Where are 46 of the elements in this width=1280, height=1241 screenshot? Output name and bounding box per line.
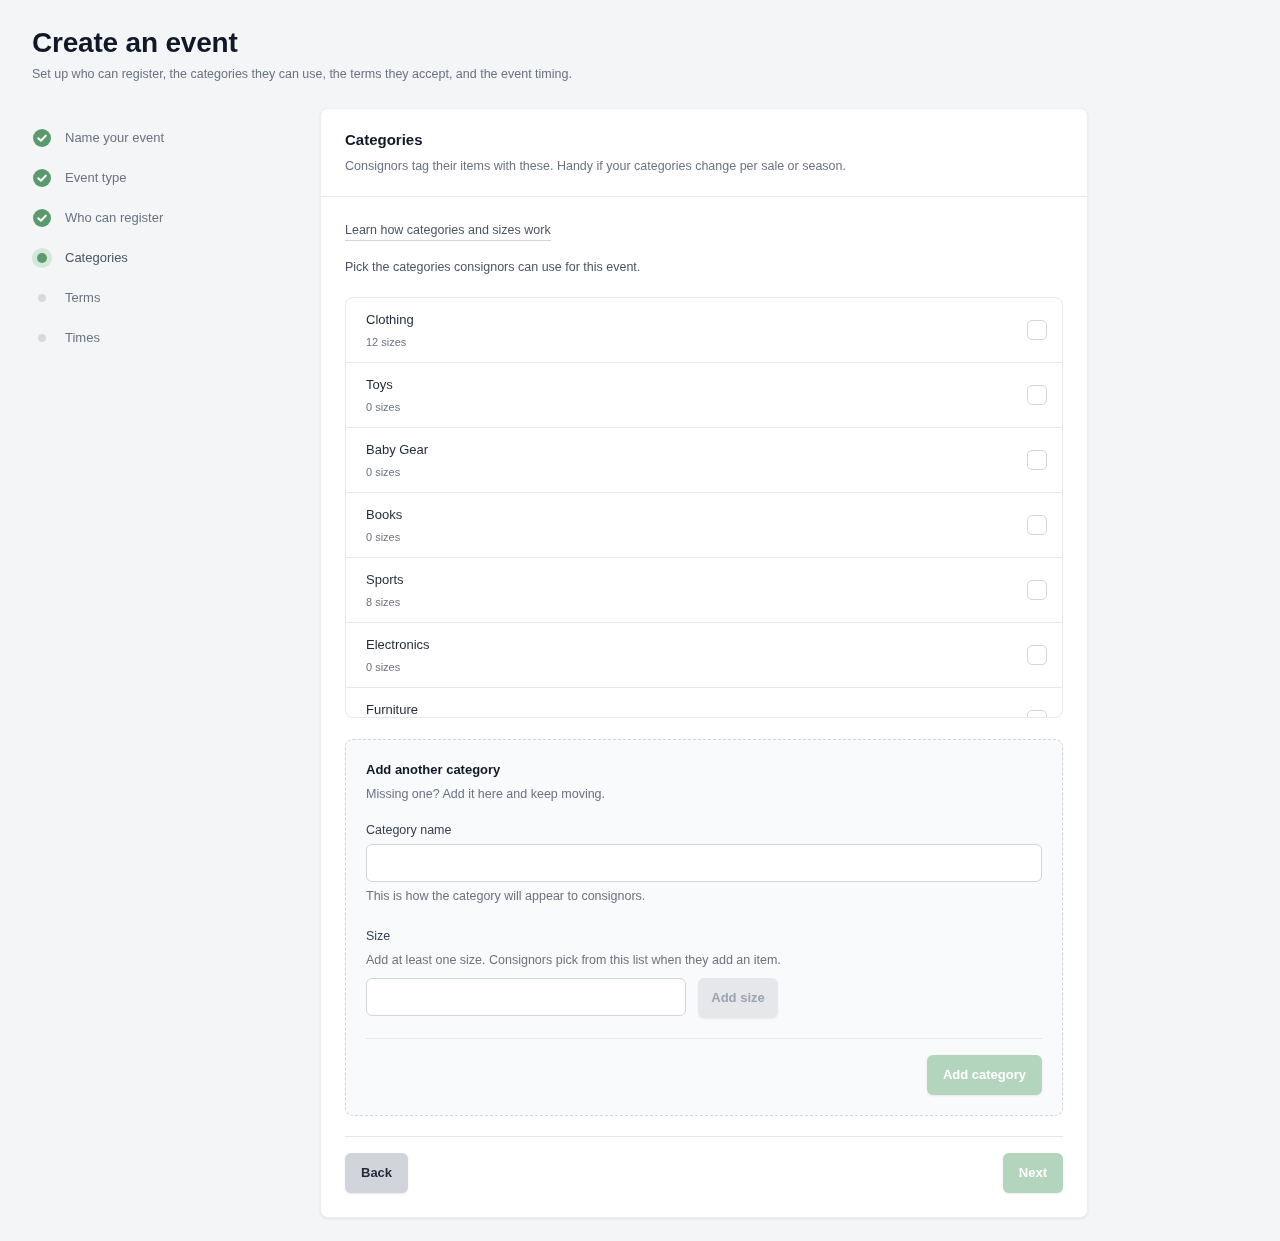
page-subtitle: Set up who can register, the categories they can use, the terms they accept, and the event timing. bbox=[32, 66, 572, 83]
category-row[interactable]: Baby Gear 0 sizes bbox=[346, 428, 1062, 493]
size-input[interactable] bbox=[366, 978, 686, 1016]
add-category-description: Missing one? Add it here and keep moving. bbox=[366, 786, 606, 803]
back-button[interactable]: Back bbox=[345, 1153, 409, 1193]
category-row[interactable]: Toys 0 sizes bbox=[346, 363, 1062, 428]
step-link[interactable]: Terms bbox=[65, 288, 101, 308]
category-name: Clothing bbox=[366, 313, 414, 327]
field-label: Size bbox=[366, 928, 391, 945]
category-row[interactable]: Clothing 12 sizes bbox=[346, 298, 1062, 363]
size-count: 8 sizes bbox=[366, 595, 401, 609]
checkbox[interactable] bbox=[1027, 385, 1047, 405]
size-count: 0 sizes bbox=[366, 465, 401, 479]
size-count: 12 sizes bbox=[366, 335, 407, 349]
add-category-title: Add another category bbox=[366, 761, 501, 779]
checkbox[interactable] bbox=[1027, 645, 1047, 665]
category-name: Sports bbox=[366, 573, 404, 587]
step-link[interactable]: Who can register bbox=[65, 208, 164, 228]
size-count: 0 sizes bbox=[366, 530, 401, 544]
checkbox[interactable] bbox=[1027, 450, 1047, 470]
help-link[interactable]: Learn how categories and sizes work bbox=[345, 221, 551, 241]
checkbox[interactable] bbox=[1027, 320, 1047, 340]
section-title: Categories bbox=[345, 130, 423, 150]
checkbox[interactable] bbox=[1027, 515, 1047, 535]
category-name: Electronics bbox=[366, 638, 430, 652]
section-description: Consignors tag their items with these. Handy if your categories change per sale or season. bbox=[345, 158, 846, 175]
category-name: Furniture bbox=[366, 703, 419, 717]
step-link[interactable]: Times bbox=[65, 328, 100, 348]
category-row[interactable]: Sports 8 sizes bbox=[346, 558, 1062, 623]
size-count: 0 sizes bbox=[366, 660, 401, 674]
category-name: Toys bbox=[366, 378, 393, 392]
field-label: Category name bbox=[366, 822, 452, 839]
step-link[interactable]: Categories bbox=[65, 248, 128, 268]
field-hint: This is how the category will appear to consignors. bbox=[366, 888, 646, 905]
category-row[interactable]: Books 0 sizes bbox=[346, 493, 1062, 558]
size-count: 0 sizes bbox=[366, 400, 401, 414]
page-title: Create an event bbox=[32, 26, 238, 60]
step-link[interactable]: Name your event bbox=[65, 128, 164, 148]
category-name: Books bbox=[366, 508, 403, 522]
checkbox[interactable] bbox=[1027, 580, 1047, 600]
category-row[interactable]: Electronics 0 sizes bbox=[346, 623, 1062, 688]
category-name: Baby Gear bbox=[366, 443, 429, 457]
category-name-input[interactable] bbox=[366, 844, 1042, 882]
instruction-text: Pick the categories consignors can use for this event. bbox=[345, 259, 641, 276]
field-hint: Add at least one size. Consignors pick from this list when they add an item. bbox=[366, 952, 781, 969]
step-link[interactable]: Event type bbox=[65, 168, 127, 188]
